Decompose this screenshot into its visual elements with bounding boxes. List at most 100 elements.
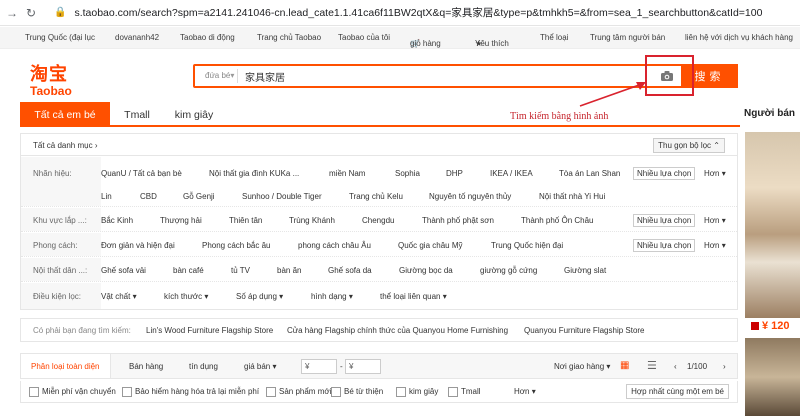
checkbox-tmall[interactable]: Tmall <box>448 387 481 397</box>
checkbox-kim-giay[interactable]: kim giây <box>396 387 438 397</box>
filter-item[interactable]: Sunhoo / Double Tiger <box>242 192 322 201</box>
next-page-icon[interactable]: › <box>723 362 726 371</box>
filter-item[interactable]: tủ TV <box>231 266 250 275</box>
filter-item[interactable]: giường gỗ cứng <box>480 266 537 275</box>
condition-dropdown[interactable]: Vật chất ▾ <box>101 292 137 301</box>
filter-item[interactable]: Thành phố phật sơn <box>422 216 494 225</box>
multi-select-button[interactable]: Nhiều lựa chọn <box>633 214 696 227</box>
filter-item[interactable]: Ghế sofa da <box>328 266 372 275</box>
filter-item[interactable]: Tòa án Lan Shan <box>559 169 620 178</box>
tab-kim-giay[interactable]: kim giây <box>166 102 222 127</box>
delivery-location[interactable]: Nơi giao hàng ▾ <box>554 362 610 371</box>
filter-label: Nội thất dân ...: <box>33 266 88 275</box>
condition-dropdown[interactable]: thể loại liên quan ▾ <box>380 292 447 301</box>
related-item[interactable]: Lin's Wood Furniture Flagship Store <box>146 326 273 335</box>
merge-same-item-button[interactable]: Hợp nhất cùng một em bé <box>626 384 729 399</box>
browser-address-bar: → ↻ 🔒 s.taobao.com/search?spm=a2141.2410… <box>0 0 800 26</box>
nav-customer-service[interactable]: liên hệ với dịch vụ khách hàng <box>685 33 793 42</box>
condition-dropdown[interactable]: kích thước ▾ <box>164 292 208 301</box>
filter-item[interactable]: Phong cách bắc âu <box>202 241 271 250</box>
nav-mobile[interactable]: Taobao di động <box>180 33 235 42</box>
nav-categories[interactable]: Thể loại <box>540 33 568 42</box>
list-view-icon[interactable]: ☰ <box>647 359 657 372</box>
filter-item[interactable]: Đơn giản và hiện đại <box>101 241 175 250</box>
related-item[interactable]: Quanyou Furniture Flagship Store <box>524 326 645 335</box>
side-product-image[interactable] <box>745 132 800 318</box>
search-category[interactable]: đứa bé▾ <box>205 71 234 80</box>
filter-item[interactable]: Ghế sofa vải <box>101 266 146 275</box>
nav-favorites[interactable]: Yêu thích <box>475 39 509 48</box>
filter-item[interactable]: bàn café <box>173 266 204 275</box>
logo-en: Taobao <box>30 84 72 98</box>
tab-all[interactable]: Tất cả em bé <box>20 102 110 127</box>
related-item[interactable]: Cửa hàng Flagship chính thức của Quanyou… <box>287 326 508 335</box>
filter-topbar: Tất cả danh mục › Thu gọn bộ lọc ⌃ <box>21 134 737 156</box>
nav-seller-center[interactable]: Trung tâm người bán <box>590 33 665 42</box>
filter-item[interactable]: bàn ăn <box>277 266 301 275</box>
filter-label: Phong cách: <box>33 241 78 250</box>
sort-price[interactable]: giá bán ▾ <box>244 362 277 371</box>
filter-item[interactable]: CBD <box>140 192 157 201</box>
url-text[interactable]: s.taobao.com/search?spm=a2141.241046-cn.… <box>74 5 762 20</box>
grid-view-icon[interactable]: ▦ <box>620 360 629 371</box>
filter-item[interactable]: phong cách châu Âu <box>298 241 371 250</box>
condition-dropdown[interactable]: Số áp dụng ▾ <box>236 292 283 301</box>
search-divider <box>237 69 238 83</box>
checkbox-new-product[interactable]: Sản phẩm mới <box>266 387 331 397</box>
checkbox-return-insurance[interactable]: Bảo hiểm hàng hóa trả lại miễn phí <box>122 387 259 397</box>
filter-row-brand: Nhãn hiệu: QuanU / Tất cả bạn bè Nội thấ… <box>21 157 737 207</box>
filter-item[interactable]: Bắc Kinh <box>101 216 133 225</box>
filter-item[interactable]: Thiên tân <box>229 216 262 225</box>
forward-arrow-icon[interactable]: → <box>6 6 20 20</box>
filter-item[interactable]: Nội thất gia đình KUKa ... <box>209 169 299 178</box>
checkbox-free-shipping[interactable]: Miễn phí vận chuyển <box>29 387 116 397</box>
label-bg <box>21 157 101 206</box>
filter-item[interactable]: Sophia <box>395 169 420 178</box>
more-button[interactable]: Hơn ▾ <box>704 216 726 225</box>
price-to-input[interactable]: ¥ <box>345 359 381 374</box>
nav-cart[interactable]: giỏ hàng <box>410 39 441 48</box>
price-from-input[interactable]: ¥ <box>301 359 337 374</box>
filter-item[interactable]: Quốc gia châu Mỹ <box>398 241 462 250</box>
more-checks-dropdown[interactable]: Hơn ▾ <box>514 387 536 396</box>
filter-item[interactable]: Chengdu <box>362 216 394 225</box>
filter-item[interactable]: Trung Quốc hiện đại <box>491 241 563 250</box>
filter-item[interactable]: Thành phố Ôn Châu <box>521 216 594 225</box>
all-categories[interactable]: Tất cả danh mục › <box>33 141 97 150</box>
condition-dropdown[interactable]: hình dạng ▾ <box>311 292 353 301</box>
filter-item[interactable]: Thượng hải <box>160 216 202 225</box>
taobao-logo[interactable]: 淘宝 Taobao <box>30 60 90 98</box>
tab-tmall[interactable]: Tmall <box>112 102 162 127</box>
price-dash: - <box>340 362 343 371</box>
nav-my-taobao[interactable]: Taobao của tôi <box>338 33 390 42</box>
checkbox-charity[interactable]: Bé từ thiện <box>331 387 383 397</box>
filter-item[interactable]: IKEA / IKEA <box>490 169 533 178</box>
filter-item[interactable]: Lin <box>101 192 112 201</box>
filter-item[interactable]: DHP <box>446 169 463 178</box>
more-button[interactable]: Hơn ▾ <box>704 241 726 250</box>
sort-sales[interactable]: Bán hàng <box>129 362 163 371</box>
filter-item[interactable]: Giường slat <box>564 266 606 275</box>
filter-item[interactable]: Nội thất nhà Yi Hui <box>539 192 605 201</box>
filter-item[interactable]: Trang chủ Kelu <box>349 192 403 201</box>
filter-item[interactable]: QuanU / Tất cả bạn bè <box>101 169 182 178</box>
filter-item[interactable]: Giường bọc da <box>399 266 453 275</box>
nav-home[interactable]: Trang chủ Taobao <box>257 33 321 42</box>
nav-user[interactable]: dovananh42 <box>115 33 159 42</box>
filter-item[interactable]: Nguyên tố nguyên thủy <box>429 192 511 201</box>
filter-item[interactable]: miền Nam <box>329 169 365 178</box>
nav-region[interactable]: Trung Quốc (đại lục <box>25 33 95 42</box>
collapse-filter-button[interactable]: Thu gọn bộ lọc ⌃ <box>653 138 725 153</box>
prev-page-icon[interactable]: ‹ <box>674 362 677 371</box>
filter-row-area: Khu vực lắp ...: Bắc Kinh Thượng hải Thi… <box>21 208 737 232</box>
sort-comprehensive[interactable]: Phân loại toàn diện <box>21 354 111 378</box>
sort-credit[interactable]: tín dụng <box>189 362 218 371</box>
reload-icon[interactable]: ↻ <box>26 6 40 20</box>
multi-select-button[interactable]: Nhiều lựa chọn <box>633 167 696 180</box>
lock-icon[interactable]: 🔒 <box>54 7 66 18</box>
more-button[interactable]: Hơn ▾ <box>704 169 726 178</box>
side-product-image-2[interactable] <box>745 338 800 416</box>
filter-item[interactable]: Trùng Khánh <box>289 216 335 225</box>
multi-select-button[interactable]: Nhiều lựa chọn <box>633 239 696 252</box>
filter-item[interactable]: Gỗ Genji <box>183 192 215 201</box>
